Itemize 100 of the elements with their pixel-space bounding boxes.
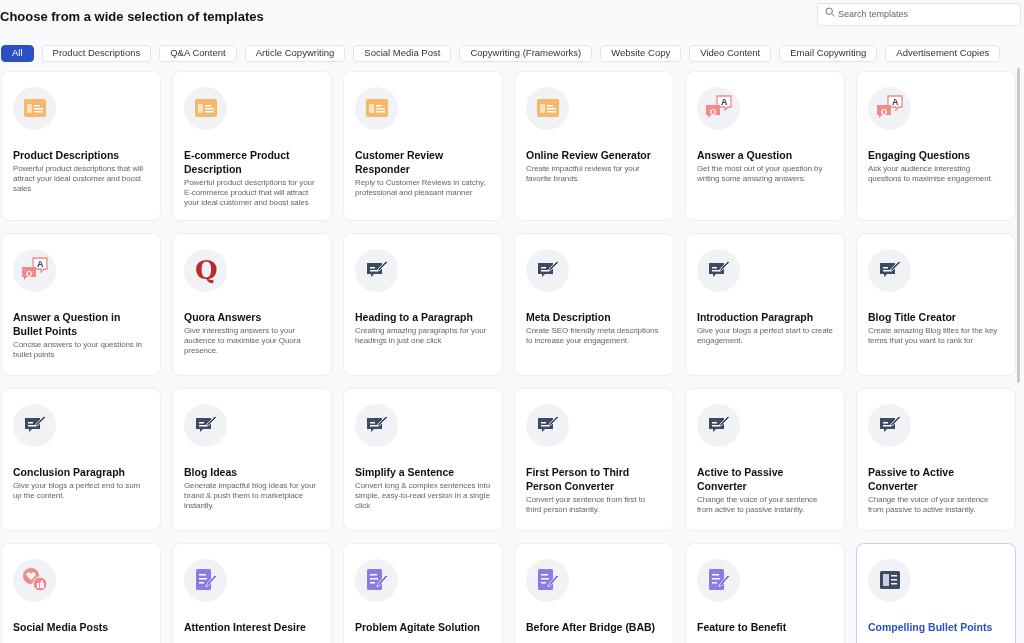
card-title: Problem Agitate Solution — [355, 619, 482, 634]
category-tab[interactable]: Article Copywriting — [244, 44, 346, 62]
card-description: Powerful product descriptions that will attract your ideal customer and boost sales — [13, 163, 144, 194]
card-title: Attention Interest Desire — [184, 619, 307, 634]
product-card-icon — [365, 99, 388, 117]
layout-icon — [878, 570, 901, 590]
card-title: Feature to Benefit — [697, 619, 788, 634]
card-title: Product Descriptions — [13, 147, 121, 162]
card-title: Simplify a Sentence — [355, 464, 456, 479]
card-description: Generate impactful blog ideas for your brand & push them to marketplace instantly. — [184, 480, 317, 511]
product-card-icon — [194, 99, 217, 117]
category-tab[interactable]: Social Media Post — [353, 44, 452, 62]
card-title: E-commerce Product Description — [184, 147, 291, 176]
template-card[interactable]: Customer Review Responder Reply to Customer Reviews in catchy, professional and pleasant manner — [343, 70, 503, 221]
card-description: Convert long & complex sentences into simple, easy-to-read version in a single click — [355, 480, 491, 511]
template-card[interactable]: Q Quora Answers Give interesting answers to your audience to maximise your Quora presence. — [172, 232, 332, 376]
document-pen-icon — [194, 568, 217, 592]
category-tab[interactable]: Website Copy — [600, 44, 682, 62]
card-description: Change the voice of your sentence from passive to active instantly. — [868, 494, 990, 515]
template-card[interactable]: Attention Interest Desire — [172, 542, 332, 643]
card-title: Quora Answers — [184, 309, 263, 324]
template-card[interactable]: Product Descriptions Powerful product descriptions that will attract your ideal customer and boost sales — [1, 70, 161, 221]
card-title: Before After Bridge (BAB) — [526, 619, 657, 634]
template-card[interactable]: Blog Title Creator Create amazing Blog titles for the key terms that you want to rank for — [856, 232, 1016, 376]
template-card[interactable]: Blog Ideas Generate impactful blog ideas for your brand & push them to marketplace instantly. — [172, 387, 332, 531]
search-field[interactable]: Search templates — [817, 2, 1021, 26]
q-letter-icon: Q — [192, 256, 219, 284]
template-card[interactable]: Conclusion Paragraph Give your blogs a perfect end to sum up the content. — [1, 387, 161, 531]
template-card[interactable]: A Q Engaging Questions Ask your audience interesting questions to maximise engagement. — [856, 70, 1016, 221]
product-card-icon — [536, 99, 559, 117]
message-edit-icon — [365, 260, 388, 280]
document-pen-icon — [536, 568, 559, 592]
message-edit-icon — [536, 260, 559, 280]
category-tab[interactable]: Copywriting (Frameworks) — [459, 44, 593, 62]
card-title: Social Media Posts — [13, 619, 110, 634]
card-title: Heading to a Paragraph — [355, 309, 474, 324]
template-card[interactable]: Simplify a Sentence Convert long & complex sentences into simple, easy-to-read version in a single click — [343, 387, 503, 531]
card-description: Concise answers to your questions in bullet points — [13, 339, 143, 360]
page-title: Choose from a wide selection of templates — [0, 8, 264, 26]
template-card[interactable]: Introduction Paragraph Give your blogs a perfect start to create engagement. — [685, 232, 845, 376]
template-card[interactable]: A Q Answer a Question Get the most out of your question by writing some amazing answers. — [685, 70, 845, 221]
template-card[interactable]: Online Review Generator Create impactful reviews for your favorite brands — [514, 70, 674, 221]
product-card-icon — [23, 99, 46, 117]
scrollbar[interactable] — [1017, 68, 1020, 383]
message-edit-icon — [707, 415, 730, 435]
card-title: Meta Description — [526, 309, 612, 324]
template-card[interactable]: E-commerce Product Description Powerful product descriptions for your E-commerce product that will attract your ideal customer and boost sales — [172, 70, 332, 221]
message-edit-icon — [707, 260, 730, 280]
template-card[interactable]: First Person to Third Person Converter Convert your sentence from first to third person instantly. — [514, 387, 674, 531]
card-title: Passive to Active Converter — [868, 464, 955, 493]
card-description: Give interesting answers to your audience to maximise your Quora presence. — [184, 325, 302, 356]
card-description: Get the most out of your question by writing some amazing answers. — [697, 163, 824, 184]
card-title: Answer a Question — [697, 147, 794, 162]
search-icon — [825, 7, 835, 17]
card-title: Engaging Questions — [868, 147, 972, 162]
template-card[interactable]: Social Media Posts — [1, 542, 161, 643]
template-card[interactable]: Feature to Benefit — [685, 542, 845, 643]
card-description: Convert your sentence from first to third person instantly. — [526, 494, 647, 515]
category-tab[interactable]: All — [1, 44, 34, 62]
card-description: Ask your audience interesting questions to maximise engagement. — [868, 163, 994, 184]
template-card[interactable]: Before After Bridge (BAB) — [514, 542, 674, 643]
card-title: Blog Title Creator — [868, 309, 957, 324]
template-card[interactable]: Compelling Bullet Points — [856, 542, 1016, 643]
category-tab[interactable]: Advertisement Copies — [885, 44, 1001, 62]
category-tab[interactable]: Q&A Content — [159, 44, 237, 62]
template-card[interactable]: A Q Answer a Question in Bullet Points Concise answers to your questions in bullet points — [1, 232, 161, 376]
category-tab[interactable]: Video Content — [689, 44, 772, 62]
card-description: Powerful product descriptions for your E-commerce product that will attract your ideal customer and boost sales — [184, 177, 316, 208]
card-description: Reply to Customer Reviews in catchy, professional and pleasant manner — [355, 177, 487, 198]
card-title: Introduction Paragraph — [697, 309, 815, 324]
message-edit-icon — [878, 260, 901, 280]
card-description: Create amazing Blog titles for the key terms that you want to rank for — [868, 325, 999, 346]
card-title: Online Review Generator — [526, 147, 652, 162]
card-description: Give your blogs a perfect start to create engagement. — [697, 325, 833, 346]
document-pen-icon — [365, 568, 388, 592]
card-title: Customer Review Responder — [355, 147, 445, 176]
category-tab[interactable]: Email Copywriting — [779, 44, 878, 62]
template-card[interactable]: Active to Passive Converter Change the voice of your sentence from active to passive instantly. — [685, 387, 845, 531]
card-title: Active to Passive Converter — [697, 464, 785, 493]
message-edit-icon — [536, 415, 559, 435]
card-description: Create impactful reviews for your favorite brands — [526, 163, 641, 184]
document-pen-icon — [707, 568, 730, 592]
category-tab[interactable]: Product Descriptions — [41, 44, 152, 62]
message-edit-icon — [194, 415, 217, 435]
message-edit-icon — [23, 415, 46, 435]
heart-thumb-icon — [21, 567, 48, 593]
card-title: Conclusion Paragraph — [13, 464, 127, 479]
card-title: Answer a Question in Bullet Points — [13, 309, 122, 338]
card-description: Create SEO friendly meta descriptions to increase your engagement. — [526, 325, 660, 346]
card-description: Give your blogs a perfect end to sum up the content. — [13, 480, 142, 501]
card-title: Compelling Bullet Points — [868, 619, 994, 634]
card-title: Blog Ideas — [184, 464, 239, 479]
message-edit-icon — [878, 415, 901, 435]
template-card[interactable]: Heading to a Paragraph Creating amazing paragraphs for your headings in just one click — [343, 232, 503, 376]
template-card[interactable]: Problem Agitate Solution — [343, 542, 503, 643]
template-card[interactable]: Meta Description Create SEO friendly meta descriptions to increase your engagement. — [514, 232, 674, 376]
message-edit-icon — [365, 415, 388, 435]
card-description: Change the voice of your sentence from active to passive instantly. — [697, 494, 819, 515]
card-description: Creating amazing paragraphs for your headings in just one click — [355, 325, 488, 346]
template-card[interactable]: Passive to Active Converter Change the voice of your sentence from passive to active instantly. — [856, 387, 1016, 531]
